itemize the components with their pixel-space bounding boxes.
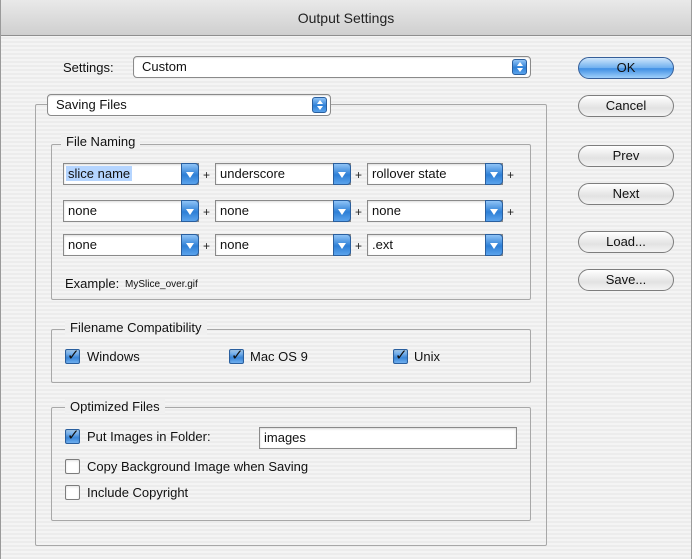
naming-value: none [220,237,249,252]
plus-sign: + [355,168,363,182]
dropdown-arrow-icon[interactable] [181,200,199,222]
checkmark-icon: ✓ [231,347,244,364]
copy-background-label[interactable]: Copy Background Image when Saving [87,459,308,474]
naming-value: underscore [220,166,286,181]
naming-field-2-2[interactable]: none [215,200,351,222]
naming-value: slice name [66,166,133,181]
windows-checkbox[interactable]: ✓ [65,347,80,364]
include-copyright-label[interactable]: Include Copyright [87,485,188,500]
dropdown-arrow-icon[interactable] [181,163,199,185]
cancel-button[interactable]: Cancel [578,95,674,117]
dropdown-arrow-icon[interactable] [333,163,351,185]
section-select[interactable]: Saving Files [47,94,331,116]
filename-compatibility-title: Filename Compatibility [65,320,207,335]
save-button[interactable]: Save... [578,269,674,291]
checkmark-icon: ✓ [67,427,80,444]
dropdown-arrow-icon[interactable] [485,163,503,185]
section-value: Saving Files [56,97,127,112]
naming-field-3-2[interactable]: none [215,234,351,256]
naming-value: none [68,237,97,252]
select-arrows-icon [312,97,327,113]
settings-select[interactable]: Custom [133,56,531,78]
dropdown-arrow-icon[interactable] [485,234,503,256]
example-value: MySlice_over.gif [125,279,198,290]
naming-field-2-1[interactable]: none [63,200,199,222]
dropdown-arrow-icon[interactable] [333,200,351,222]
title-bar: Output Settings [1,0,691,36]
optimized-files-title: Optimized Files [65,399,165,414]
dropdown-arrow-icon[interactable] [333,234,351,256]
example-label: Example: [65,276,120,291]
naming-value: none [68,203,97,218]
plus-sign: + [355,239,363,253]
naming-field-3-3[interactable]: .ext [367,234,503,256]
naming-value: rollover state [372,166,447,181]
mac-os-9-checkbox[interactable]: ✓ [229,347,244,364]
naming-value: none [372,203,401,218]
prev-button[interactable]: Prev [578,145,674,167]
next-button[interactable]: Next [578,183,674,205]
file-naming-title: File Naming [61,134,141,149]
output-settings-dialog: Output Settings Settings: Custom Saving … [0,0,692,559]
unix-label[interactable]: Unix [414,349,440,364]
unix-checkbox[interactable]: ✓ [393,347,408,364]
windows-label[interactable]: Windows [87,349,140,364]
plus-sign: + [507,205,515,219]
images-folder-input[interactable]: images [259,427,517,449]
include-copyright-checkbox[interactable] [65,485,80,500]
checkmark-icon: ✓ [67,347,80,364]
window-title: Output Settings [297,10,395,26]
naming-field-3-1[interactable]: none [63,234,199,256]
copy-background-checkbox[interactable] [65,459,80,474]
put-images-checkbox[interactable]: ✓ [65,427,80,444]
naming-field-1-2[interactable]: underscore [215,163,351,185]
checkmark-icon: ✓ [395,347,408,364]
plus-sign: + [355,205,363,219]
naming-value: none [220,203,249,218]
plus-sign: + [203,205,211,219]
naming-field-1-3[interactable]: rollover state [367,163,503,185]
plus-sign: + [507,168,515,182]
ok-button[interactable]: OK [578,57,674,79]
naming-value: .ext [372,237,393,252]
images-folder-value: images [264,430,306,445]
plus-sign: + [203,168,211,182]
select-arrows-icon [512,59,527,75]
dropdown-arrow-icon[interactable] [181,234,199,256]
load-button[interactable]: Load... [578,231,674,253]
settings-label: Settings: [63,60,114,75]
mac-os-9-label[interactable]: Mac OS 9 [250,349,308,364]
put-images-label[interactable]: Put Images in Folder: [87,429,211,444]
plus-sign: + [203,239,211,253]
naming-field-1-1[interactable]: slice name [63,163,199,185]
naming-field-2-3[interactable]: none [367,200,503,222]
settings-value: Custom [142,59,187,74]
dropdown-arrow-icon[interactable] [485,200,503,222]
